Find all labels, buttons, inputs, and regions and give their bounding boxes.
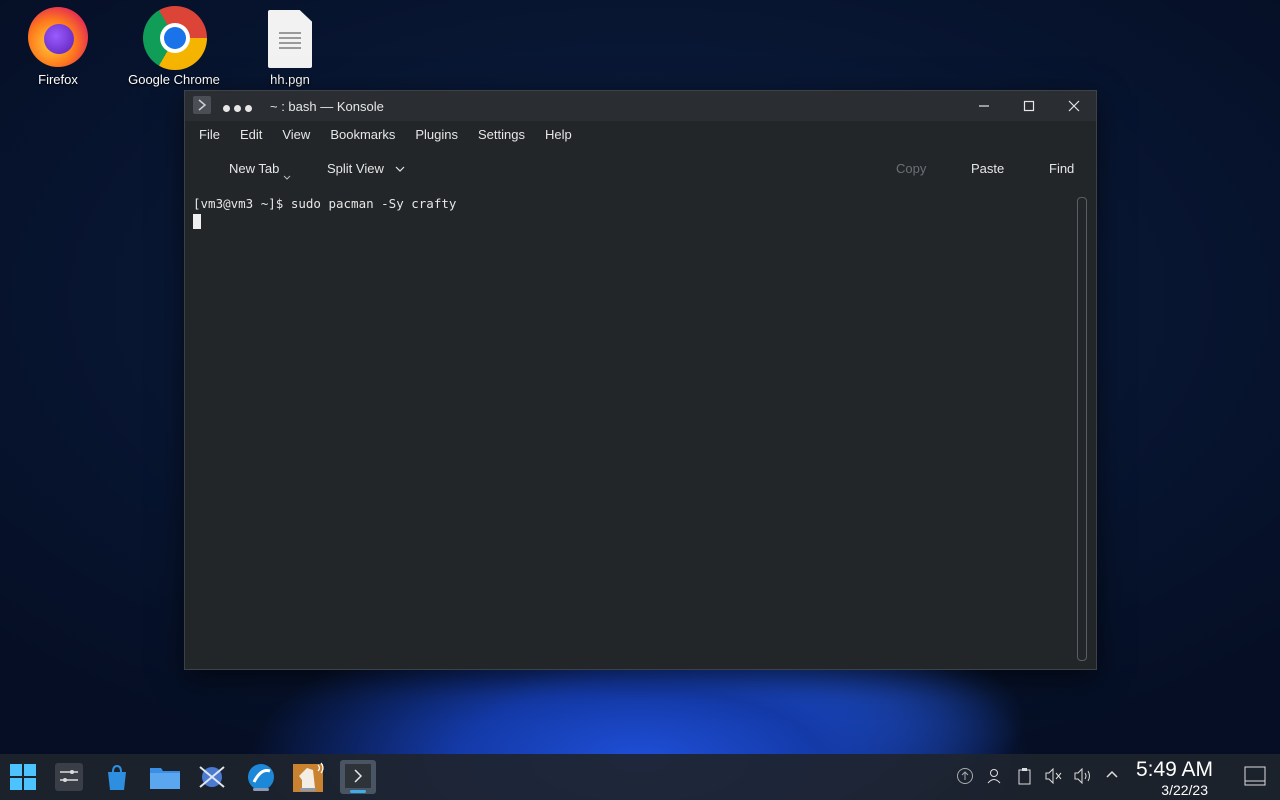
- desktop-icon-firefox[interactable]: Firefox: [3, 6, 113, 87]
- document-file-icon: [259, 6, 321, 68]
- close-button[interactable]: [1051, 91, 1096, 121]
- terminal-area[interactable]: [vm3@vm3 ~]$ sudo pacman -Sy crafty: [187, 191, 1076, 665]
- user-status-icon[interactable]: [986, 767, 1004, 790]
- maximize-icon: [1023, 100, 1034, 112]
- new-tab-label: New Tab: [229, 161, 280, 176]
- mute-icon[interactable]: [1044, 767, 1064, 790]
- find-button[interactable]: Find: [1049, 161, 1074, 176]
- update-notifier-icon[interactable]: [956, 767, 974, 790]
- taskbar: 5:49 AM 3/22/23: [0, 754, 1280, 800]
- title-bar[interactable]: ~ : bash — Konsole: [185, 91, 1096, 121]
- clock-time[interactable]: 5:49 AM: [1136, 758, 1213, 782]
- minimize-icon: [978, 105, 989, 107]
- menu-bar: File Edit View Bookmarks Plugins Setting…: [185, 121, 1096, 147]
- menu-settings[interactable]: Settings: [468, 127, 535, 142]
- terminal-icon: [345, 764, 371, 788]
- terminal-cursor: [193, 214, 201, 229]
- menu-plugins[interactable]: Plugins: [405, 127, 468, 142]
- new-tab-button[interactable]: New Tab: [229, 161, 291, 180]
- taskbar-chess-app[interactable]: [293, 762, 324, 792]
- show-desktop-icon: [1244, 766, 1266, 786]
- split-view-label: Split View: [327, 161, 384, 176]
- desktop-icon-hh-pgn[interactable]: hh.pgn: [235, 6, 345, 87]
- menu-view[interactable]: View: [272, 127, 320, 142]
- desktop-icon-label: Google Chrome: [128, 72, 220, 87]
- dropdown-arrow-icon: [283, 175, 291, 180]
- close-icon: [1068, 100, 1079, 112]
- desktop-icon-chrome[interactable]: Google Chrome: [119, 6, 229, 87]
- folder-icon: [150, 768, 180, 789]
- chevron-up-icon[interactable]: [1105, 767, 1119, 786]
- volume-icon[interactable]: [1073, 767, 1095, 790]
- desktop-icon-label: hh.pgn: [270, 72, 310, 87]
- start-menu-button[interactable]: [8, 762, 38, 792]
- chevron-down-icon: [396, 166, 405, 172]
- taskbar-discover[interactable]: [102, 762, 132, 792]
- menu-edit[interactable]: Edit: [230, 127, 272, 142]
- clipboard-icon[interactable]: [1016, 767, 1034, 790]
- shopping-bag-icon: [108, 764, 126, 790]
- taskbar-settings[interactable]: [54, 762, 84, 792]
- paste-button[interactable]: Paste: [971, 161, 1004, 176]
- minimize-button[interactable]: [961, 91, 1006, 121]
- copy-button[interactable]: Copy: [896, 161, 926, 176]
- clock-date[interactable]: 3/22/23: [1161, 782, 1208, 798]
- desktop-icon-label: Firefox: [38, 72, 78, 87]
- terminal-scrollbar[interactable]: [1077, 197, 1087, 661]
- overflow-menu-icon[interactable]: [223, 100, 256, 115]
- menu-help[interactable]: Help: [535, 127, 582, 142]
- firefox-icon: [27, 6, 89, 68]
- split-view-button[interactable]: Split View: [327, 161, 405, 176]
- taskbar-network-tool[interactable]: [197, 762, 227, 792]
- menu-file[interactable]: File: [189, 127, 230, 142]
- terminal-line: [vm3@vm3 ~]$ sudo pacman -Sy crafty: [193, 196, 457, 211]
- taskbar-file-manager[interactable]: [149, 762, 180, 792]
- taskbar-konsole[interactable]: [340, 760, 376, 794]
- show-desktop-button[interactable]: [1244, 766, 1266, 786]
- chrome-icon: [143, 6, 207, 70]
- settings-sliders-icon: [55, 763, 83, 791]
- taskbar-browser[interactable]: [246, 762, 276, 792]
- menu-bookmarks[interactable]: Bookmarks: [320, 127, 405, 142]
- windows-logo-icon: [10, 764, 36, 790]
- konsole-app-icon[interactable]: [193, 96, 211, 114]
- toolbar: New Tab Split View Copy Paste Find: [185, 147, 1096, 191]
- maximize-button[interactable]: [1006, 91, 1051, 121]
- network-globe-icon: [199, 766, 225, 788]
- konsole-window: ~ : bash — Konsole File Edit View Bookma…: [184, 90, 1097, 670]
